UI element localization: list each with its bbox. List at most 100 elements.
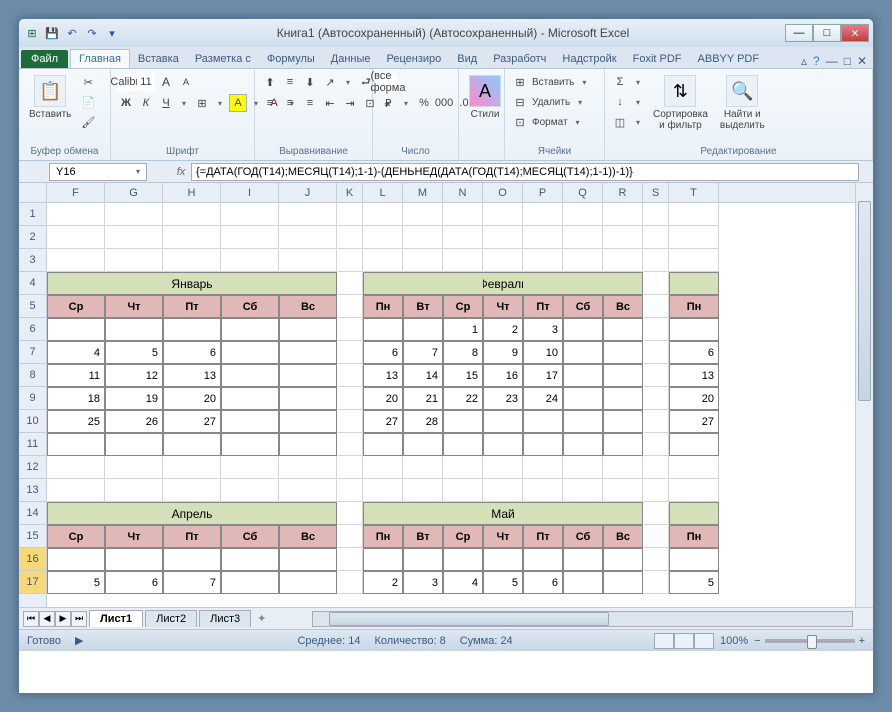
cell[interactable] <box>337 249 363 272</box>
cell[interactable] <box>643 410 669 433</box>
col-header-S[interactable]: S <box>643 183 669 202</box>
cell[interactable] <box>403 272 443 295</box>
col-header-H[interactable]: H <box>163 183 221 202</box>
cell[interactable]: 2 <box>363 571 403 594</box>
cell[interactable]: 7 <box>163 571 221 594</box>
cell[interactable] <box>483 548 523 571</box>
col-header-L[interactable]: L <box>363 183 403 202</box>
cell[interactable] <box>643 295 669 318</box>
number-format-select[interactable]: (все форма <box>379 73 397 91</box>
align-middle-icon[interactable]: ≡ <box>281 73 299 91</box>
cell[interactable] <box>363 502 403 525</box>
cell[interactable] <box>563 433 603 456</box>
cell[interactable] <box>643 479 669 502</box>
cell[interactable] <box>603 456 643 479</box>
cell[interactable] <box>105 456 163 479</box>
cell[interactable]: Ср <box>47 525 105 548</box>
cell[interactable] <box>563 456 603 479</box>
cells-area[interactable]: ЯнварьФевральСрЧтПтСбВсПнВтСрЧтПтСбВсПн1… <box>47 203 855 594</box>
tab-abbyy[interactable]: ABBYY PDF <box>690 50 768 68</box>
cell[interactable] <box>221 571 279 594</box>
cell[interactable] <box>47 479 105 502</box>
cell[interactable] <box>483 410 523 433</box>
cell[interactable]: 28 <box>403 410 443 433</box>
cell[interactable] <box>337 571 363 594</box>
cell[interactable]: Вс <box>279 525 337 548</box>
cell[interactable] <box>563 226 603 249</box>
undo-icon[interactable]: ↶ <box>63 24 81 42</box>
border-icon[interactable]: ⊞ <box>193 94 211 112</box>
sheet-last-icon[interactable]: ⏭ <box>71 611 87 627</box>
cell[interactable]: Вс <box>603 525 643 548</box>
cell[interactable]: 5 <box>669 571 719 594</box>
row-header-13[interactable]: 13 <box>19 479 46 502</box>
cell[interactable]: 11 <box>47 364 105 387</box>
cell[interactable] <box>279 226 337 249</box>
cell[interactable]: 24 <box>523 387 563 410</box>
col-header-P[interactable]: P <box>523 183 563 202</box>
row-header-14[interactable]: 14 <box>19 502 46 525</box>
cell[interactable] <box>337 548 363 571</box>
italic-icon[interactable]: К <box>137 94 155 112</box>
cell[interactable] <box>363 249 403 272</box>
cell[interactable] <box>337 364 363 387</box>
cell[interactable]: 4 <box>47 341 105 364</box>
cell[interactable] <box>279 364 337 387</box>
cell[interactable] <box>443 249 483 272</box>
cell[interactable] <box>523 249 563 272</box>
cell[interactable] <box>563 548 603 571</box>
cell[interactable]: 5 <box>105 341 163 364</box>
cell[interactable] <box>163 479 221 502</box>
cell[interactable] <box>403 249 443 272</box>
cell[interactable] <box>363 226 403 249</box>
cell[interactable]: Февраль <box>483 272 523 295</box>
row-header-10[interactable]: 10 <box>19 410 46 433</box>
cell[interactable] <box>669 203 719 226</box>
cell[interactable] <box>337 387 363 410</box>
cell[interactable] <box>163 203 221 226</box>
cell[interactable] <box>669 226 719 249</box>
cell[interactable]: 27 <box>363 410 403 433</box>
align-bottom-icon[interactable]: ⬇ <box>301 73 319 91</box>
cell[interactable] <box>483 249 523 272</box>
cell[interactable] <box>279 456 337 479</box>
cell[interactable] <box>105 318 163 341</box>
cell[interactable] <box>403 548 443 571</box>
maximize-button[interactable]: □ <box>813 24 841 42</box>
cell[interactable] <box>669 548 719 571</box>
cell[interactable] <box>643 272 669 295</box>
cell[interactable] <box>47 226 105 249</box>
cell[interactable] <box>563 341 603 364</box>
cell[interactable]: Чт <box>105 525 163 548</box>
cell[interactable]: 6 <box>163 341 221 364</box>
cell[interactable]: 13 <box>363 364 403 387</box>
col-header-N[interactable]: N <box>443 183 483 202</box>
insert-cells-icon[interactable]: ⊞ <box>511 73 529 91</box>
align-top-icon[interactable]: ⬆ <box>261 73 279 91</box>
shrink-font-icon[interactable]: A <box>177 73 195 91</box>
cell[interactable] <box>163 456 221 479</box>
row-header-16[interactable]: 16 <box>19 548 46 571</box>
save-icon[interactable]: 💾 <box>43 24 61 42</box>
cell[interactable]: 17 <box>523 364 563 387</box>
cell[interactable] <box>643 525 669 548</box>
row-header-3[interactable]: 3 <box>19 249 46 272</box>
formula-input[interactable]: {=ДАТА(ГОД(T14);МЕСЯЦ(T14);1-1)-(ДЕНЬНЕД… <box>191 163 859 181</box>
cell[interactable] <box>279 203 337 226</box>
cell[interactable] <box>221 387 279 410</box>
cell[interactable]: Вт <box>403 295 443 318</box>
format-cells-icon[interactable]: ⊡ <box>511 113 529 131</box>
cell[interactable] <box>337 295 363 318</box>
cell[interactable] <box>523 479 563 502</box>
autosum-icon[interactable]: Σ <box>611 73 629 91</box>
col-header-K[interactable]: K <box>337 183 363 202</box>
cell[interactable] <box>603 548 643 571</box>
cell[interactable] <box>363 318 403 341</box>
row-header-1[interactable]: 1 <box>19 203 46 226</box>
cut-icon[interactable]: ✂ <box>79 73 97 91</box>
cell[interactable]: 6 <box>523 571 563 594</box>
sheet-first-icon[interactable]: ⏮ <box>23 611 39 627</box>
cell[interactable]: 13 <box>163 364 221 387</box>
cell[interactable] <box>603 203 643 226</box>
zoom-slider[interactable] <box>765 639 855 643</box>
